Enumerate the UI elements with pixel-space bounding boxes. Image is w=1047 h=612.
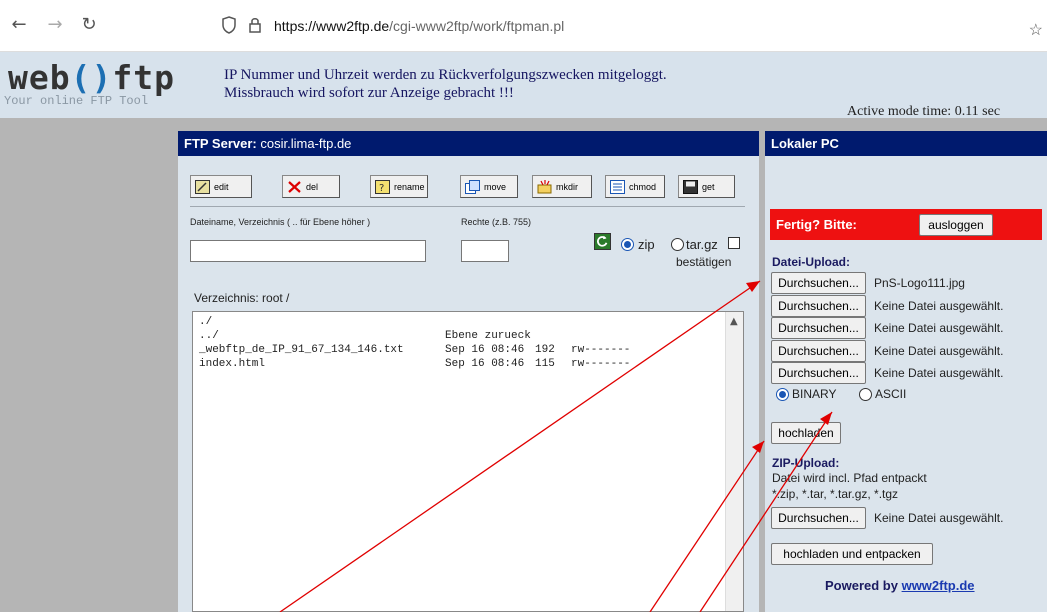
file-upload-title: Datei-Upload: — [772, 255, 850, 269]
move-button[interactable]: move — [460, 175, 518, 198]
zip-upload-title: ZIP-Upload: — [772, 456, 840, 470]
ascii-label: ASCII — [875, 387, 907, 401]
binary-label: BINARY — [792, 387, 837, 401]
upload-file-status-4: Keine Datei ausgewählt. — [874, 344, 1004, 358]
ftp-toolbar: edit del ? rename move mkdir chmod get — [190, 175, 750, 199]
rename-icon: ? — [375, 179, 390, 194]
local-panel-title: Lokaler PC — [765, 131, 1047, 156]
ascii-radio[interactable] — [859, 388, 872, 401]
browse-button-2[interactable]: Durchsuchen... — [771, 295, 866, 317]
chevron-up-icon[interactable]: ▲ — [730, 316, 738, 327]
powered-by-link[interactable]: www2ftp.de — [902, 578, 975, 593]
edit-icon — [195, 179, 210, 194]
confirm-label: bestätigen — [676, 255, 732, 269]
reload-button[interactable]: ↻ — [78, 14, 100, 35]
filename-input[interactable] — [190, 240, 426, 262]
toolbar-divider — [190, 206, 745, 207]
address-bar[interactable]: https://www2ftp.de/cgi-www2ftp/work/ftpm… — [210, 8, 1047, 44]
upload-file-status-1: PnS-Logo111.jpg — [874, 276, 965, 290]
file-listbox[interactable]: ./ ../Ebene zurueck _webftp_de_IP_91_67_… — [192, 311, 744, 612]
zip-browse-button[interactable]: Durchsuchen... — [771, 507, 866, 529]
refresh-icon[interactable] — [594, 233, 611, 250]
browse-button-1[interactable]: Durchsuchen... — [771, 272, 866, 294]
rights-label: Rechte (z.B. 755) — [461, 217, 532, 227]
chmod-button[interactable]: chmod — [605, 175, 665, 198]
binary-radio[interactable] — [776, 388, 789, 401]
browse-button-5[interactable]: Durchsuchen... — [771, 362, 866, 384]
rename-button[interactable]: ? rename — [370, 175, 428, 198]
logout-button[interactable]: ausloggen — [919, 214, 993, 236]
zip-radio[interactable] — [621, 238, 634, 251]
targz-radio-label: tar.gz — [686, 237, 718, 252]
move-icon — [465, 179, 480, 194]
ftp-server-panel: FTP Server: cosir.lima-ftp.de edit del ?… — [178, 131, 759, 612]
mkdir-button[interactable]: mkdir — [532, 175, 592, 198]
logging-notice: IP Nummer und Uhrzeit werden zu Rückverf… — [224, 67, 667, 101]
browse-button-4[interactable]: Durchsuchen... — [771, 340, 866, 362]
shield-icon — [222, 16, 236, 34]
upload-and-unpack-button[interactable]: hochladen und entpacken — [771, 543, 933, 565]
lock-icon — [249, 18, 261, 33]
logo-subtitle: Your online FTP Tool — [4, 94, 149, 108]
webftp-logo: web()ftp — [8, 58, 175, 97]
rights-input[interactable] — [461, 240, 509, 262]
directory-label: Verzeichnis: root / — [194, 291, 290, 305]
url-text: https://www2ftp.de/cgi-www2ftp/work/ftpm… — [274, 18, 565, 34]
upload-button[interactable]: hochladen — [771, 422, 841, 444]
zip-info-line2: *.zip, *.tar, *.tar.gz, *.tgz — [772, 487, 899, 501]
delete-x-icon — [288, 180, 301, 193]
edit-button[interactable]: edit — [190, 175, 252, 198]
targz-radio[interactable] — [671, 238, 684, 251]
zip-info-line1: Datei wird incl. Pfad entpackt — [772, 471, 927, 485]
confirm-checkbox[interactable] — [728, 237, 740, 249]
browse-button-3[interactable]: Durchsuchen... — [771, 317, 866, 339]
permissions-list-icon — [610, 179, 625, 194]
fertig-label: Fertig? Bitte: — [776, 217, 857, 232]
arrow-left-icon: ← — [11, 14, 27, 35]
site-header: web()ftp Your online FTP Tool IP Nummer … — [0, 52, 1047, 119]
logout-alert-bar: Fertig? Bitte: ausloggen — [770, 209, 1042, 240]
arrow-right-icon: → — [47, 14, 63, 35]
bookmark-star-icon[interactable]: ☆ — [1029, 20, 1043, 40]
delete-button[interactable]: del — [282, 175, 340, 198]
upload-file-status-5: Keine Datei ausgewählt. — [874, 366, 1004, 380]
zip-radio-label: zip — [638, 237, 655, 252]
local-pc-panel: Lokaler PC Fertig? Bitte: ausloggen Date… — [765, 131, 1047, 612]
forward-button[interactable]: → — [44, 14, 66, 35]
svg-text:?: ? — [379, 183, 384, 194]
reload-icon: ↻ — [81, 14, 97, 35]
browser-toolbar: ← → ↻ https://www2ftp.de/cgi-www2ftp/wor… — [0, 0, 1047, 52]
zip-file-status: Keine Datei ausgewählt. — [874, 511, 1004, 525]
new-folder-icon — [537, 179, 552, 193]
floppy-disk-icon — [683, 179, 698, 194]
upload-file-status-2: Keine Datei ausgewählt. — [874, 299, 1004, 313]
filename-label: Dateiname, Verzeichnis ( .. für Ebene hö… — [190, 217, 371, 227]
back-button[interactable]: ← — [8, 14, 30, 35]
get-button[interactable]: get — [678, 175, 735, 198]
upload-file-status-3: Keine Datei ausgewählt. — [874, 321, 1004, 335]
listbox-scrollbar[interactable]: ▲ — [725, 312, 743, 611]
ftp-panel-title: FTP Server: cosir.lima-ftp.de — [178, 131, 759, 156]
powered-by: Powered by www2ftp.de — [825, 578, 975, 593]
